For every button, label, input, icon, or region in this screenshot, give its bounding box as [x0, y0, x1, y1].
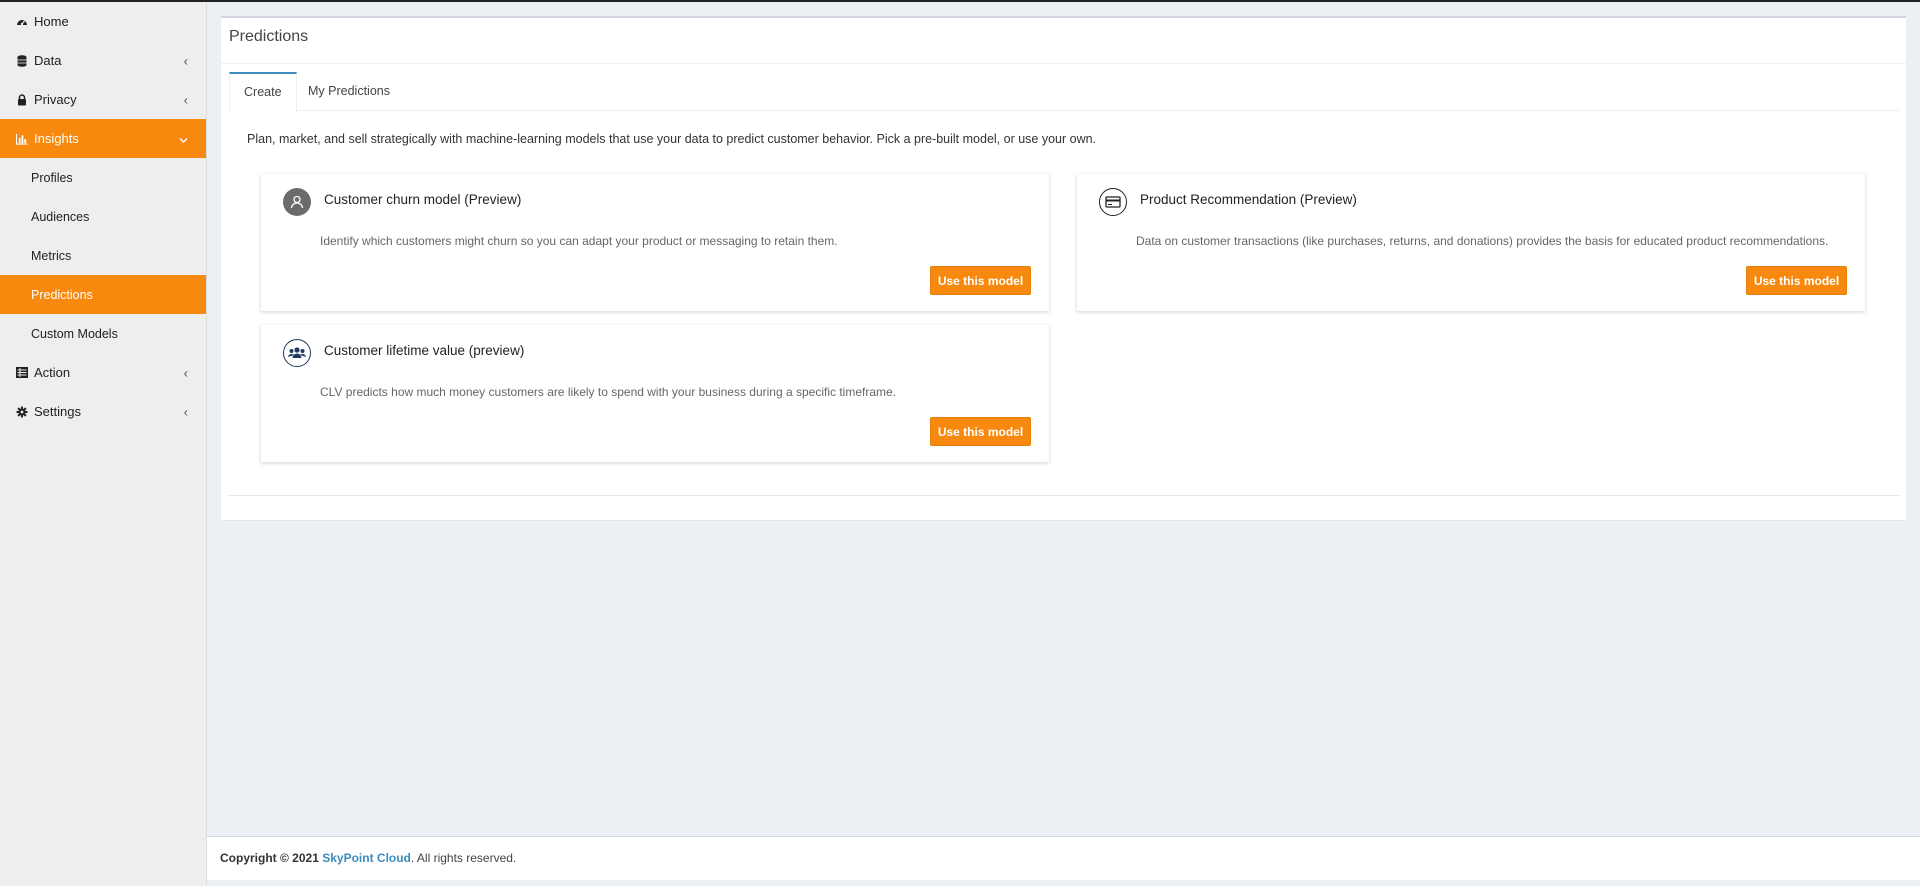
brand-link[interactable]: SkyPoint Cloud — [322, 851, 411, 865]
sidebar-item-home[interactable]: Home — [0, 2, 206, 41]
top-bar-edge — [0, 0, 1920, 2]
intro-text: Plan, market, and sell strategically wit… — [247, 132, 1097, 146]
user-icon — [283, 188, 311, 216]
sidebar-item-label: Audiences — [31, 209, 90, 224]
divider — [221, 63, 1906, 64]
sidebar-item-label: Metrics — [31, 248, 72, 263]
rights-text: . All rights reserved. — [410, 851, 517, 865]
sidebar: Home Data ‹ Privacy ‹ Insights Profiles … — [0, 2, 207, 886]
tab-my-predictions[interactable]: My Predictions — [294, 72, 404, 111]
bar-chart-icon — [16, 133, 28, 145]
tab-bar: Create My Predictions — [229, 72, 1899, 112]
sidebar-item-label: Predictions — [31, 287, 93, 302]
database-icon — [16, 54, 28, 67]
card-description: Identify which customers might churn so … — [320, 234, 838, 248]
tab-create[interactable]: Create — [229, 72, 297, 112]
card-title: Customer churn model (Preview) — [324, 192, 522, 207]
use-model-button-churn[interactable]: Use this model — [930, 266, 1031, 295]
sidebar-item-label: Profiles — [31, 170, 73, 185]
use-model-button-lifetime-value[interactable]: Use this model — [930, 417, 1031, 446]
footer: Copyright © 2021 SkyPoint Cloud. All rig… — [207, 836, 1920, 880]
page-title: Predictions — [229, 28, 309, 45]
lock-icon — [16, 93, 28, 106]
sidebar-item-label: Insights — [34, 131, 79, 146]
copyright-label: Copyright © 2021 — [220, 851, 319, 865]
card-title: Product Recommendation (Preview) — [1140, 192, 1357, 207]
sidebar-item-insights[interactable]: Insights — [0, 119, 206, 158]
sidebar-item-predictions[interactable]: Predictions — [0, 275, 206, 314]
sidebar-item-metrics[interactable]: Metrics — [0, 236, 206, 275]
predictions-panel: Predictions Create My Predictions Plan, … — [221, 16, 1906, 521]
card-title: Customer lifetime value (preview) — [324, 343, 525, 358]
sidebar-item-privacy[interactable]: Privacy ‹ — [0, 80, 206, 119]
chevron-down-icon — [179, 131, 188, 146]
chevron-left-icon: ‹ — [183, 53, 188, 68]
sidebar-item-custom-models[interactable]: Custom Models — [0, 314, 206, 353]
sidebar-item-label: Settings — [34, 404, 81, 419]
footer-copyright: Copyright © 2021 SkyPoint Cloud. All rig… — [220, 851, 516, 865]
dashboard-icon — [16, 16, 28, 28]
card-description: Data on customer transactions (like purc… — [1136, 234, 1829, 248]
chevron-left-icon: ‹ — [183, 404, 188, 419]
sidebar-item-label: Action — [34, 365, 71, 380]
sidebar-item-label: Home — [34, 14, 69, 29]
card-description: CLV predicts how much money customers ar… — [320, 385, 897, 399]
sidebar-item-settings[interactable]: Settings ‹ — [0, 392, 206, 431]
sidebar-item-audiences[interactable]: Audiences — [0, 197, 206, 236]
list-icon — [16, 367, 28, 379]
sidebar-item-data[interactable]: Data ‹ — [0, 41, 206, 80]
chevron-left-icon: ‹ — [183, 365, 188, 380]
use-model-button-product-recommendation[interactable]: Use this model — [1746, 266, 1847, 295]
model-card-lifetime-value: Customer lifetime value (preview) CLV pr… — [261, 325, 1049, 462]
users-group-icon — [283, 339, 311, 367]
gear-icon — [16, 406, 28, 418]
sidebar-item-action[interactable]: Action ‹ — [0, 353, 206, 392]
model-card-product-recommendation: Product Recommendation (Preview) Data on… — [1077, 174, 1865, 311]
sidebar-item-label: Custom Models — [31, 326, 118, 341]
credit-card-icon — [1099, 188, 1127, 216]
sidebar-item-profiles[interactable]: Profiles — [0, 158, 206, 197]
chevron-left-icon: ‹ — [183, 92, 188, 107]
sidebar-item-label: Privacy — [34, 92, 77, 107]
model-card-churn: Customer churn model (Preview) Identify … — [261, 174, 1049, 311]
sidebar-item-label: Data — [34, 53, 62, 68]
divider — [229, 495, 1899, 496]
